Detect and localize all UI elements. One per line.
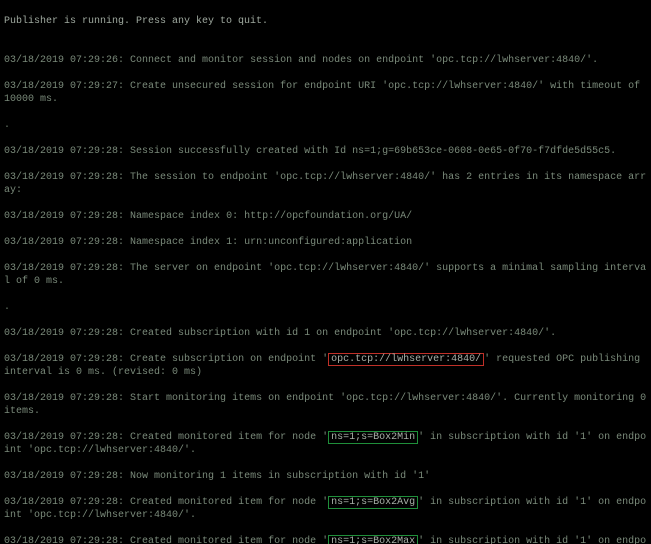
log-line: .: [4, 119, 647, 132]
node-highlight: ns=1;s=Box2Avg: [328, 496, 418, 509]
log-line: 03/18/2019 07:29:28: Session successfull…: [4, 145, 647, 158]
log-line: 03/18/2019 07:29:28: The server on endpo…: [4, 262, 647, 288]
log-line: 03/18/2019 07:29:26: Connect and monitor…: [4, 54, 647, 67]
log-line: 03/18/2019 07:29:27: Create unsecured se…: [4, 80, 647, 106]
log-line: 03/18/2019 07:29:28: Namespace index 0: …: [4, 210, 647, 223]
log-line: 03/18/2019 07:29:28: The session to endp…: [4, 171, 647, 197]
node-highlight: ns=1;s=Box2Min: [328, 431, 418, 444]
log-line: 03/18/2019 07:29:28: Created monitored i…: [4, 431, 647, 457]
log-line: .: [4, 301, 647, 314]
log-line: 03/18/2019 07:29:28: Created monitored i…: [4, 496, 647, 522]
node-highlight: ns=1;s=Box2Max: [328, 535, 418, 544]
terminal-output: Publisher is running. Press any key to q…: [0, 0, 651, 544]
log-line: 03/18/2019 07:29:28: Start monitoring it…: [4, 392, 647, 418]
log-line: 03/18/2019 07:29:28: Created monitored i…: [4, 535, 647, 544]
log-line: 03/18/2019 07:29:28: Now monitoring 1 it…: [4, 470, 647, 483]
log-line: 03/18/2019 07:29:28: Namespace index 1: …: [4, 236, 647, 249]
header-line: Publisher is running. Press any key to q…: [4, 15, 647, 28]
endpoint-highlight: opc.tcp://lwhserver:4840/: [328, 353, 484, 366]
log-line: 03/18/2019 07:29:28: Created subscriptio…: [4, 327, 647, 340]
log-line: 03/18/2019 07:29:28: Create subscription…: [4, 353, 647, 379]
